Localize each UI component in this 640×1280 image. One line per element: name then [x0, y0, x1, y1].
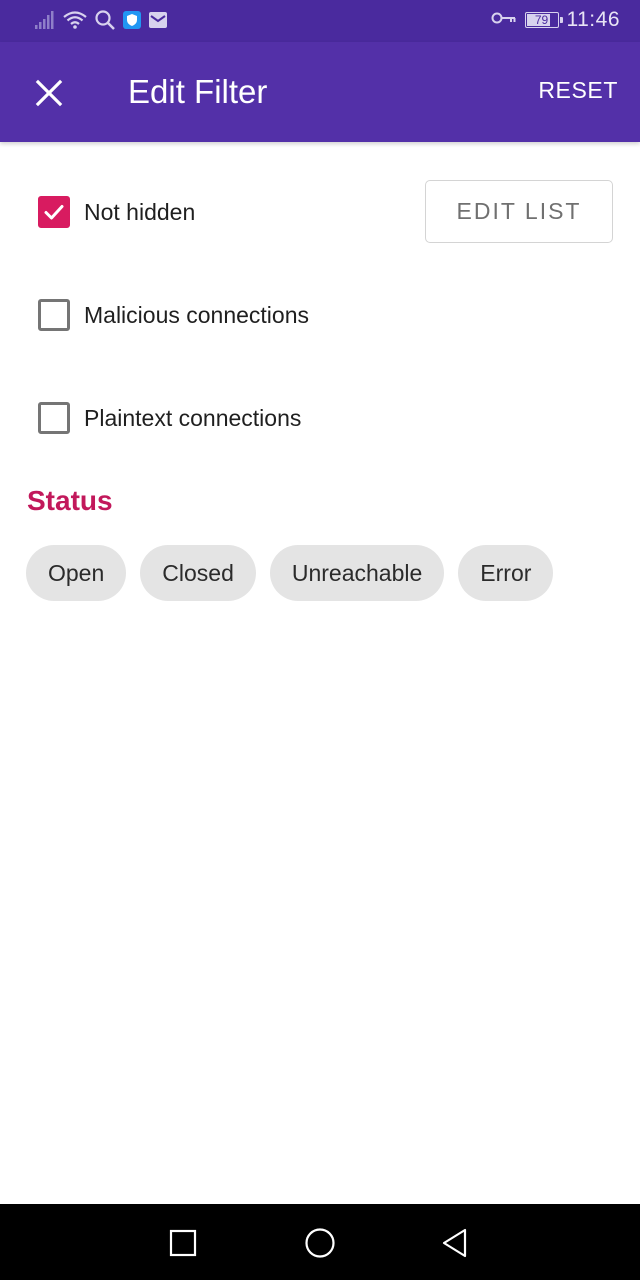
- recents-button[interactable]: [158, 1218, 208, 1268]
- plaintext-checkbox[interactable]: [38, 402, 70, 434]
- back-triangle-icon: [442, 1228, 467, 1258]
- plaintext-label: Plaintext connections: [84, 404, 302, 431]
- check-icon: [44, 205, 64, 220]
- shield-app-icon: [122, 10, 142, 35]
- chip-open[interactable]: Open: [26, 545, 127, 601]
- wifi-icon: [62, 10, 88, 35]
- filter-not-hidden[interactable]: Not hidden: [38, 192, 195, 232]
- filter-plaintext-connections[interactable]: Plaintext connections: [38, 398, 301, 438]
- battery-level: 79: [534, 13, 549, 27]
- home-circle-icon: [305, 1228, 335, 1258]
- reset-button[interactable]: RESET: [538, 76, 618, 104]
- chip-error[interactable]: Error: [458, 545, 554, 601]
- not-hidden-checkbox[interactable]: [38, 196, 70, 228]
- status-clock: 11:46: [566, 8, 620, 31]
- status-bar: 79 11:46: [0, 0, 640, 42]
- status-left-icons: [34, 9, 168, 36]
- mail-icon: [148, 10, 168, 35]
- status-section-title: Status: [27, 485, 113, 516]
- signal-icon: [34, 10, 56, 35]
- battery-icon: 79: [524, 12, 563, 28]
- status-chips: Open Closed Unreachable Error: [26, 545, 554, 601]
- not-hidden-label: Not hidden: [84, 198, 196, 225]
- search-icon: [94, 9, 116, 36]
- filter-malicious-connections[interactable]: Malicious connections: [38, 295, 309, 335]
- recents-square-icon: [169, 1229, 197, 1257]
- back-button[interactable]: [430, 1218, 480, 1268]
- chip-unreachable[interactable]: Unreachable: [269, 545, 445, 601]
- app-bar: Edit Filter RESET: [0, 42, 640, 142]
- close-icon: [35, 79, 63, 107]
- edit-list-button[interactable]: EDIT LIST: [425, 180, 613, 243]
- close-button[interactable]: [22, 66, 76, 120]
- navigation-bar: [0, 1204, 640, 1280]
- page-title: Edit Filter: [128, 73, 268, 110]
- home-button[interactable]: [295, 1218, 345, 1268]
- malicious-checkbox[interactable]: [38, 299, 70, 331]
- vpn-key-icon: [491, 10, 517, 31]
- malicious-label: Malicious connections: [84, 301, 310, 328]
- status-right-icons: 79 11:46: [491, 8, 621, 32]
- chip-closed[interactable]: Closed: [140, 545, 256, 601]
